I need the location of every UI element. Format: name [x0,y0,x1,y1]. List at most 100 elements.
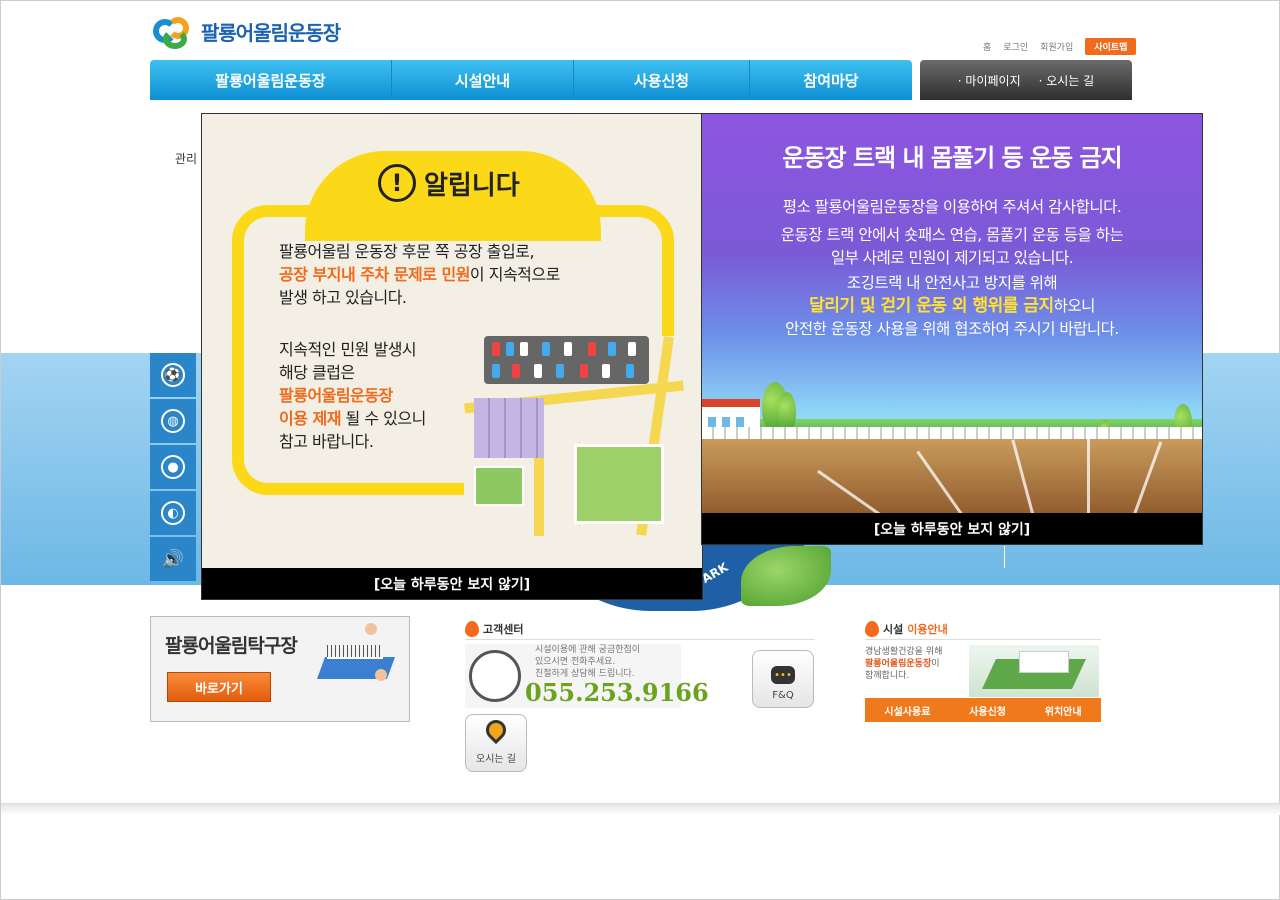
facility-fee-link[interactable]: 시설사용료 [884,703,930,718]
facility-desc: 경남생활건강을 위해 팔룡어울림운동장이 함께합니다. [865,646,942,682]
notice-paragraph-2: 지속적인 민원 발생시 해당 클럽은 팔룡어울림운동장 이용 제재 될 수 있으… [279,338,426,453]
customer-center-heading: 고객센터 [465,621,523,637]
globe-icon: ◍ [161,409,185,433]
soccer-ball-icon: ⚽ [161,363,185,387]
facility-desc-line: 팔룡어울림운동장이 [865,658,942,670]
close-today-button[interactable]: [오늘 하루동안 보지 않기] [202,568,702,599]
footer-divider [1,803,1280,815]
faq-button[interactable]: ••• F&Q [752,650,814,708]
quick-basketball-button[interactable]: ● [150,445,196,489]
volleyball-icon: ◐ [161,501,185,525]
notice-popup-track: 운동장 트랙 내 몸풀기 등 운동 금지 평소 팔룡어울림운동장을 이용하여 주… [701,113,1203,545]
notice-line: 이용 제재 될 수 있으니 [279,407,426,430]
track-notice-line: 운동장 트랙 안에서 숏패스 연습, 몸풀기 운동 등을 하는 [780,226,1124,244]
nav-item-community[interactable]: 참여마당 [750,60,912,100]
top-utility-links: 홈 로그인 회원가입 사이트맵 [983,38,1137,55]
quick-globe-button[interactable]: ◍ [150,399,196,443]
pingpong-title: 팔룡어울림탁구장 [165,635,298,657]
faq-label: F&Q [772,690,794,701]
directions-label: 오시는 길 [1046,73,1095,88]
notice-line: 지속적인 민원 발생시 [279,340,417,359]
notice-highlight: 공장 부지내 주차 문제로 민원 [279,265,470,284]
nav-item-facility[interactable]: 시설안내 [392,60,574,100]
signup-link[interactable]: 회원가입 [1040,40,1073,53]
notice-line: 공장 부지내 주차 문제로 민원이 지속적으로 [279,263,560,286]
facility-links-bar: 시설사용료 사용신청 위치안내 [865,698,1101,722]
nav-item-stadium[interactable]: 팔룡어울림운동장 [150,60,392,100]
track-notice-line: 일부 사례로 민원이 제기되고 있습니다. [830,249,1074,267]
cs-desc-line: 있으시면 전화주세요. [535,657,616,667]
track-notice-paragraph: 운동장 트랙 안에서 숏패스 연습, 몸풀기 운동 등을 하는 일부 사례로 민… [702,224,1202,270]
facility-location-link[interactable]: 위치안내 [1045,703,1082,718]
facility-desc-suffix: 이 [931,659,940,669]
notice-popup-parking: ! 알립니다 팔룡어울림 운동장 후문 쪽 공장 출입로, 공장 부지내 주차 … [201,113,703,600]
notice-line: 발생 하고 있습니다. [279,288,407,307]
facility-desc-highlight: 팔룡어울림운동장 [865,659,932,669]
player-illustration [375,669,387,681]
home-link[interactable]: 홈 [983,40,991,53]
breadcrumb: 관리 [175,152,198,166]
notice-text: 될 수 있으니 [340,409,427,428]
notice-line: 해당 클럽은 [279,363,355,382]
pingpong-go-button[interactable]: 바로가기 [167,672,271,702]
quick-volleyball-button[interactable]: ◐ [150,491,196,535]
notice-title: 알립니다 [424,170,520,201]
facility-desc-line: 경남생활건강을 위해 [865,647,943,657]
headset-agent-icon [469,650,521,702]
mypage-link[interactable]: · 마이페이지 [958,72,1021,89]
track-notice-line: 안전한 운동장 사용을 위해 협조하여 주시기 바랍니다. [785,320,1119,338]
fence-illustration [702,427,1202,439]
flame-icon [865,621,879,637]
notice-line: 팔룡어울림 운동장 후문 쪽 공장 출입로, [279,242,535,261]
logo-text: 팔룡어울림운동장 [201,20,341,45]
pingpong-banner[interactable]: 팔룡어울림탁구장 바로가기 [150,616,410,722]
track-notice-text: 하오니 [1053,297,1096,315]
phone-number: 055.253.9166 [525,678,709,707]
customer-center-box: 시설이용에 관해 궁금한점이 있으시면 전화주세요. 친절하게 상담해 드립니다… [465,644,709,708]
directions-link[interactable]: · 오시는 길 [1039,72,1095,89]
notice-text: 이 지속적으로 [469,265,560,284]
divider [865,639,1101,640]
close-today-button[interactable]: [오늘 하루동안 보지 않기] [702,513,1202,544]
speaker-icon: 🔊 [161,548,185,570]
track-notice-line: 조깅트랙 내 안전사고 방지를 위해 [846,274,1058,292]
chat-bubble-icon: ••• [771,666,795,684]
customer-center-title: 고객센터 [483,623,524,636]
parking-map-illustration [464,336,684,536]
running-track-illustration [702,437,1202,519]
quick-menu: ⚽ ◍ ● ◐ 🔊 [150,353,196,583]
facility-apply-link[interactable]: 사용신청 [969,703,1006,718]
notice-paragraph-1: 팔룡어울림 운동장 후문 쪽 공장 출입로, 공장 부지내 주차 문제로 민원이… [279,240,560,309]
facility-guide-heading: 시설 이용안내 [865,621,948,637]
logo-mark-icon [151,13,195,49]
login-link[interactable]: 로그인 [1003,40,1028,53]
divider [465,639,815,640]
notice-highlight: 팔룡어울림운동장 [279,386,393,405]
mypage-label: 마이페이지 [965,73,1021,88]
notice-line: 참고 바랍니다. [279,432,374,451]
track-notice-line: 평소 팔룡어울림운동장을 이용하여 주셔서 감사합니다. [782,198,1122,216]
exclamation-icon: ! [378,164,416,202]
sub-navigation: · 마이페이지 · 오시는 길 [920,60,1132,100]
flame-icon [465,621,479,637]
directions-button-label: 오시는 길 [476,754,516,765]
quick-soccer-button[interactable]: ⚽ [150,353,196,397]
sitemap-button[interactable]: 사이트맵 [1085,38,1137,55]
player-illustration [365,623,377,635]
track-notice-paragraph: 조깅트랙 내 안전사고 방지를 위해 달리기 및 걷기 운동 외 행위를 금지하… [702,272,1202,341]
map-pin-icon [481,715,511,745]
directions-button[interactable]: 오시는 길 [465,714,527,772]
track-notice-line: 달리기 및 걷기 운동 외 행위를 금지하오니 [702,295,1202,318]
divider [1004,546,1005,568]
site-logo[interactable]: 팔룡어울림운동장 [151,13,341,49]
track-notice-highlight: 달리기 및 걷기 운동 외 행위를 금지 [809,296,1054,316]
facility-title-highlight: 이용안내 [907,623,948,636]
basketball-icon: ● [161,455,185,479]
cs-desc-line: 시설이용에 관해 궁금한점이 [535,645,641,655]
facility-title: 시설 [883,623,904,636]
quick-sound-button[interactable]: 🔊 [150,537,196,581]
facility-desc-line: 함께합니다. [865,671,910,681]
customer-center-desc: 시설이용에 관해 궁금한점이 있으시면 전화주세요. 친절하게 상담해 드립니다… [535,644,640,680]
pingpong-net-illustration [327,645,383,659]
nav-item-application[interactable]: 사용신청 [574,60,750,100]
